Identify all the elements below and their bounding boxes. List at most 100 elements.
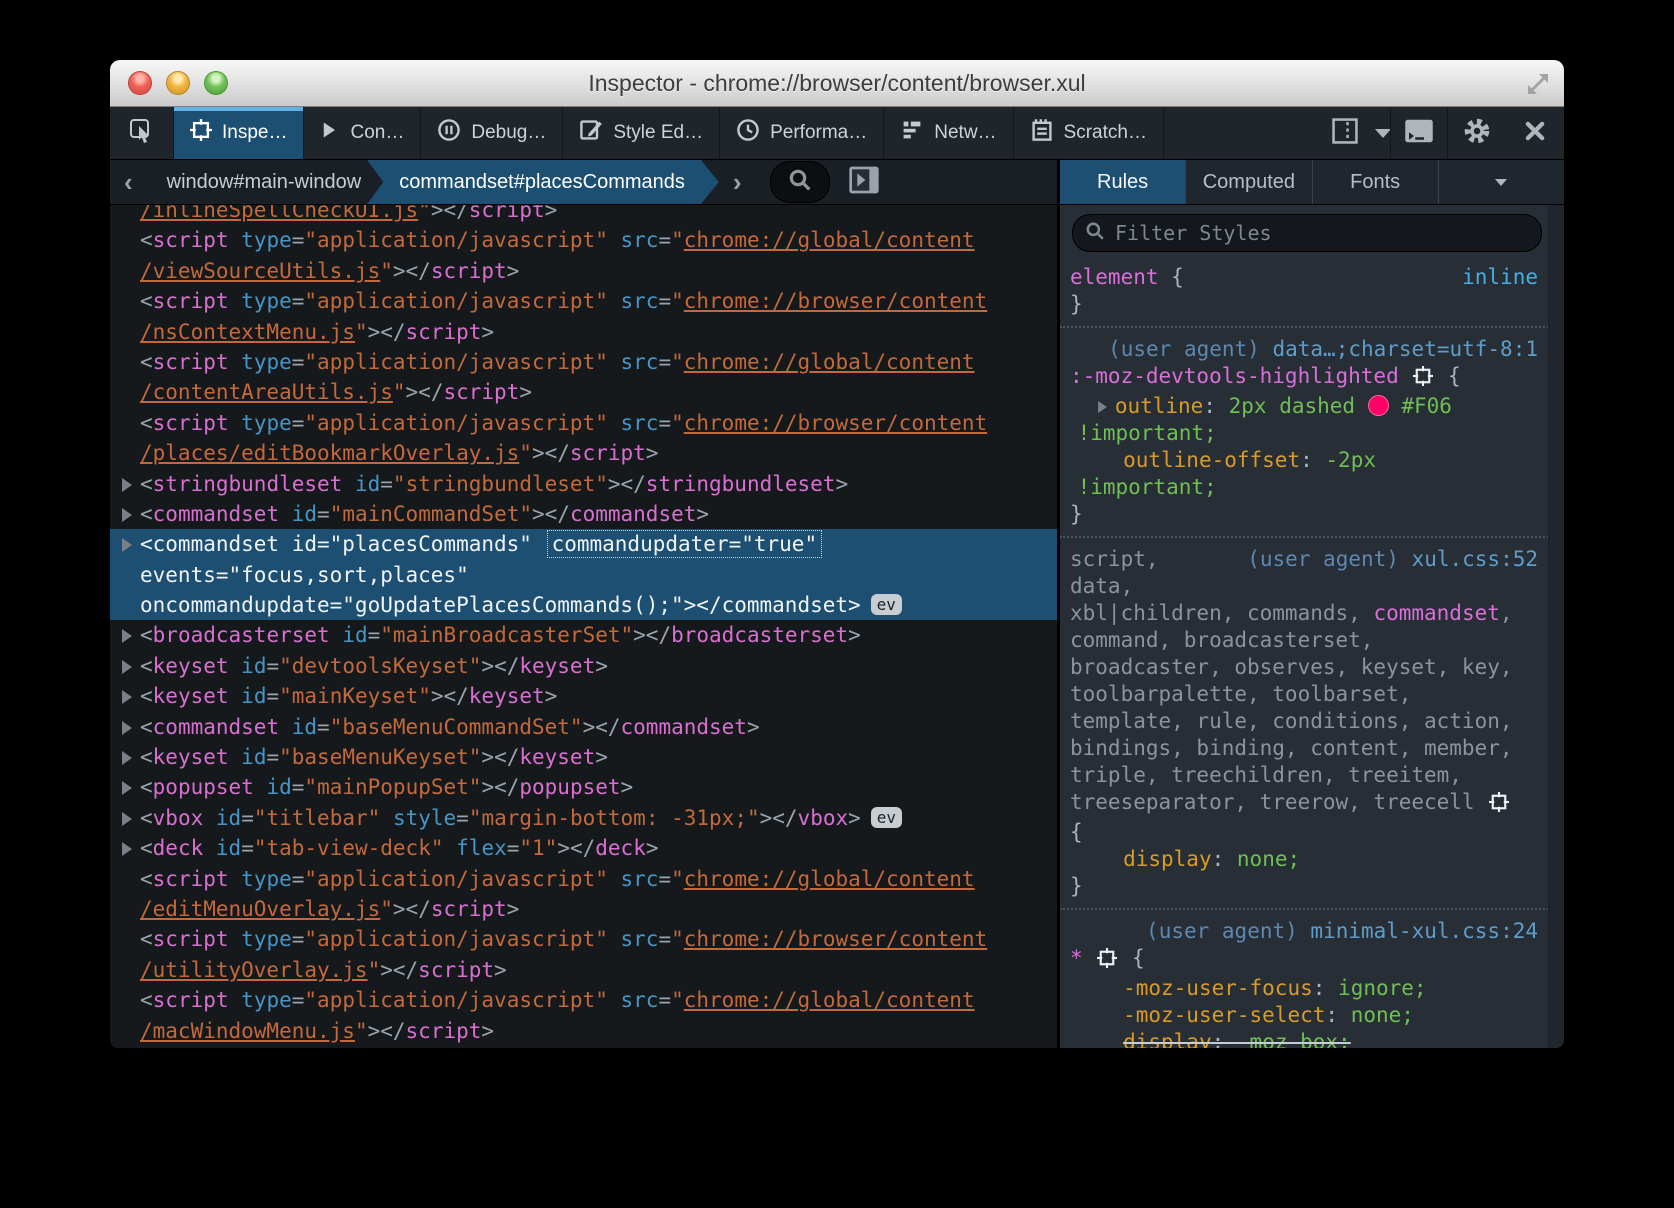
rule-source-link[interactable]: (user agent) data…;charset=utf-8:1	[1108, 336, 1538, 363]
breadcrumb-item-window[interactable]: window#main-window	[147, 160, 382, 204]
markup-line[interactable]: <stringbundleset id="stringbundleset"></…	[110, 469, 1057, 499]
expand-arrow-icon[interactable]	[122, 781, 132, 795]
expand-arrow-icon[interactable]	[122, 478, 132, 492]
rule-line[interactable]: display: -moz-box;	[1070, 1029, 1540, 1048]
rule-source-link[interactable]: (user agent) xul.css:52	[1247, 546, 1538, 573]
markup-line[interactable]: <script type="application/javascript" sr…	[110, 225, 1057, 255]
titlebar[interactable]: Inspector - chrome://browser/content/bro…	[110, 60, 1564, 107]
markup-line[interactable]: <broadcasterset id="mainBroadcasterSet">…	[110, 620, 1057, 650]
breadcrumb-item-commandset[interactable]: commandset#placesCommands	[367, 160, 719, 204]
sidebar-tab-rules[interactable]: Rules	[1060, 160, 1186, 204]
markup-line[interactable]: <script type="application/javascript" sr…	[110, 985, 1057, 1015]
tab-inspector[interactable]: Inspe…	[174, 107, 304, 159]
sidebar-tab-fonts[interactable]: Fonts	[1313, 160, 1439, 204]
tab-console[interactable]: Con…	[304, 107, 421, 159]
highlight-target-icon[interactable]	[1097, 948, 1117, 975]
sidebar-tab-computed[interactable]: Computed	[1186, 160, 1312, 204]
search-nodes-button[interactable]	[770, 161, 830, 203]
expand-arrow-icon[interactable]	[122, 508, 132, 522]
markup-line[interactable]: <script type="application/javascript" sr…	[110, 286, 1057, 316]
tab-scratchpad[interactable]: Scratch…	[1014, 107, 1164, 159]
markup-line[interactable]: <keyset id="baseMenuKeyset"></keyset>	[110, 742, 1057, 772]
markup-line[interactable]: /utilityOverlay.js"></script>	[110, 955, 1057, 985]
markup-line[interactable]: <keyset id="mainKeyset"></keyset>	[110, 681, 1057, 711]
markup-line[interactable]: <script type="application/javascript" sr…	[110, 347, 1057, 377]
expand-arrow-icon[interactable]	[122, 812, 132, 826]
expand-arrow-icon[interactable]	[1098, 401, 1107, 413]
expand-arrow-icon[interactable]	[122, 538, 132, 552]
markup-line[interactable]: <vbox id="titlebar" style="margin-bottom…	[110, 803, 1057, 833]
expand-arrow-icon[interactable]	[122, 660, 132, 674]
markup-view[interactable]: /inlineSpellCheckUI.js"></script><script…	[110, 205, 1057, 1048]
dock-side-button[interactable]	[1332, 107, 1390, 159]
expand-arrow-icon[interactable]	[122, 721, 132, 735]
expand-arrow-icon[interactable]	[122, 751, 132, 765]
rule-line[interactable]: :-moz-devtools-highlighted {	[1070, 363, 1540, 393]
rule-line[interactable]: outline: 2px dashed #F06	[1070, 393, 1540, 420]
tab-debugger[interactable]: Debug…	[421, 107, 563, 159]
markup-line[interactable]: <script type="application/javascript" sr…	[110, 924, 1057, 954]
rule-line[interactable]: }	[1070, 291, 1540, 318]
sidebar-tabs-dropdown[interactable]	[1439, 160, 1564, 204]
markup-line[interactable]: /places/editBookmarkOverlay.js"></script…	[110, 438, 1057, 468]
markup-line[interactable]: /editMenuOverlay.js"></script>	[110, 894, 1057, 924]
rule-source-link[interactable]: inline	[1462, 264, 1538, 291]
rule-line[interactable]: -moz-user-select: none;	[1070, 1002, 1540, 1029]
rule-line[interactable]: treeseparator, treerow, treecell	[1070, 789, 1540, 819]
close-devtools-button[interactable]	[1506, 107, 1564, 159]
highlight-target-icon[interactable]	[1413, 366, 1433, 393]
markup-line[interactable]: /inlineSpellCheckUI.js"></script>	[110, 205, 1057, 225]
expand-arrow-icon[interactable]	[122, 690, 132, 704]
rule-line[interactable]: outline-offset: -2px	[1070, 447, 1540, 474]
markup-line[interactable]: oncommandupdate="goUpdatePlacesCommands(…	[110, 590, 1057, 620]
rule-line[interactable]: bindings, binding, content, member,	[1070, 735, 1540, 762]
expand-pane-button[interactable]	[848, 165, 880, 200]
markup-line[interactable]: <commandset id="placesCommands" commandu…	[110, 529, 1057, 559]
node-picker-button[interactable]	[110, 107, 174, 159]
rule-line[interactable]: broadcaster, observes, keyset, key,	[1070, 654, 1540, 681]
rule-line[interactable]: * {	[1070, 945, 1540, 975]
markup-line[interactable]: <commandset id="baseMenuCommandSet"></co…	[110, 712, 1057, 742]
expand-arrow-icon[interactable]	[122, 842, 132, 856]
tab-style-editor[interactable]: Style Ed…	[563, 107, 720, 159]
breadcrumb-back-icon[interactable]: ‹	[110, 160, 147, 204]
resize-icon[interactable]	[1524, 70, 1550, 96]
markup-line[interactable]: /contentAreaUtils.js"></script>	[110, 377, 1057, 407]
markup-line[interactable]: <popupset id="mainPopupSet"></popupset>	[110, 772, 1057, 802]
markup-line[interactable]: /macWindowMenu.js"></script>	[110, 1016, 1057, 1046]
breadcrumb-forward-icon[interactable]: ›	[719, 160, 756, 204]
settings-button[interactable]	[1448, 107, 1506, 159]
rule-line[interactable]: {	[1070, 819, 1540, 846]
rule-line[interactable]: !important;	[1070, 474, 1540, 501]
markup-line[interactable]: <keyset id="devtoolsKeyset"></keyset>	[110, 651, 1057, 681]
minimize-window-button[interactable]	[166, 71, 190, 95]
event-badge[interactable]: ev	[871, 594, 902, 615]
rule-line[interactable]: (user agent) xul.css:52script,	[1070, 546, 1540, 573]
rule-line[interactable]: display: none;	[1070, 846, 1540, 873]
expand-arrow-icon[interactable]	[122, 629, 132, 643]
rule-line[interactable]: data,	[1070, 573, 1540, 600]
markup-line[interactable]: /viewSourceUtils.js"></script>	[110, 256, 1057, 286]
markup-line[interactable]: <deck id="tab-view-deck" flex="1"></deck…	[110, 833, 1057, 863]
tab-network[interactable]: Netw…	[884, 107, 1013, 159]
event-badge[interactable]: ev	[871, 807, 902, 828]
highlight-target-icon[interactable]	[1489, 792, 1509, 819]
color-swatch[interactable]	[1368, 395, 1389, 416]
rule-line[interactable]: toolbarpalette, toolbarset,	[1070, 681, 1540, 708]
markup-line[interactable]: /nsContextMenu.js"></script>	[110, 317, 1057, 347]
close-window-button[interactable]	[128, 71, 152, 95]
split-console-button[interactable]	[1390, 107, 1448, 159]
rule-line[interactable]: inlineelement {	[1070, 264, 1540, 291]
rule-line[interactable]: (user agent) data…;charset=utf-8:1	[1070, 336, 1540, 363]
rule-line[interactable]: }	[1070, 873, 1540, 900]
style-filter-input[interactable]	[1113, 220, 1529, 246]
markup-line[interactable]: <script type="application/javascript" sr…	[110, 408, 1057, 438]
rule-line[interactable]: xbl|children, commands, commandset,	[1070, 600, 1540, 627]
zoom-window-button[interactable]	[204, 71, 228, 95]
tab-performance[interactable]: Performa…	[720, 107, 884, 159]
markup-line[interactable]: events="focus,sort,places"	[110, 560, 1057, 590]
rule-line[interactable]: !important;	[1070, 420, 1540, 447]
rule-source-link[interactable]: (user agent) minimal-xul.css:24	[1146, 918, 1538, 945]
markup-line[interactable]: <script type="application/javascript" sr…	[110, 864, 1057, 894]
rule-line[interactable]: -moz-user-focus: ignore;	[1070, 975, 1540, 1002]
